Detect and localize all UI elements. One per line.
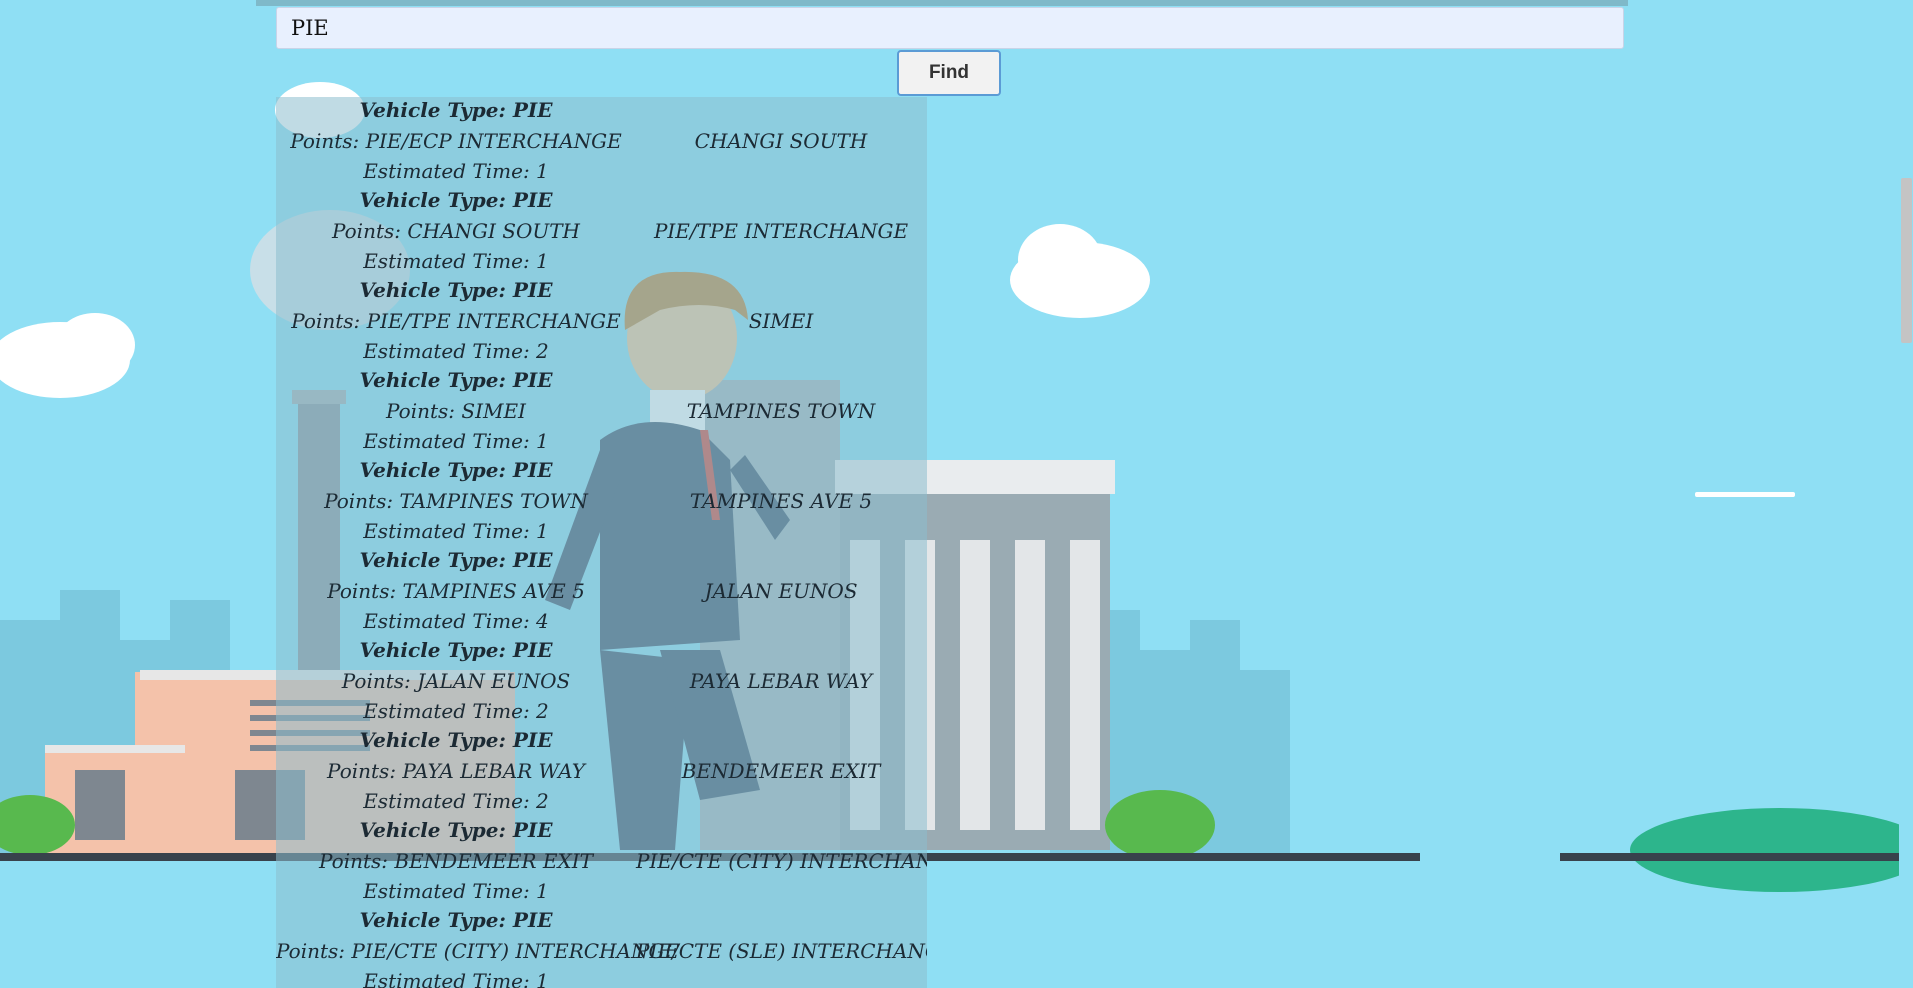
points-from: Points: JALAN EUNOS <box>341 669 571 693</box>
points-to: SIMEI <box>748 309 814 333</box>
estimated-time: Estimated Time: 2 <box>363 699 549 723</box>
top-bar <box>256 0 1628 6</box>
estimated-time: Estimated Time: 1 <box>363 249 549 273</box>
estimated-time: Estimated Time: 1 <box>363 159 549 183</box>
vehicle-type: Vehicle Type: PIE <box>359 278 553 302</box>
list-item: Vehicle Type: PIE Points: TAMPINES TOWN … <box>276 457 927 547</box>
list-item: Vehicle Type: PIE Points: CHANGI SOUTH P… <box>276 187 927 277</box>
vehicle-type: Vehicle Type: PIE <box>359 368 553 392</box>
find-button[interactable]: Find <box>897 50 1001 96</box>
vehicle-type: Vehicle Type: PIE <box>359 728 553 752</box>
vehicle-type: Vehicle Type: PIE <box>359 98 553 122</box>
points-to: PIE/CTE (SLE) INTERCHANGE <box>636 939 927 963</box>
list-item: Vehicle Type: PIE Points: PIE/CTE (CITY)… <box>276 907 927 988</box>
list-item: Vehicle Type: PIE Points: PIE/TPE INTERC… <box>276 277 927 367</box>
points-from: Points: PIE/ECP INTERCHANGE <box>290 129 622 153</box>
list-item: Vehicle Type: PIE Points: JALAN EUNOS PA… <box>276 637 927 727</box>
estimated-time: Estimated Time: 2 <box>363 789 549 813</box>
points-to: TAMPINES AVE 5 <box>689 489 873 513</box>
estimated-time: Estimated Time: 1 <box>363 879 549 903</box>
vehicle-type: Vehicle Type: PIE <box>359 458 553 482</box>
estimated-time: Estimated Time: 1 <box>363 969 549 988</box>
points-to: BENDEMEER EXIT <box>681 759 881 783</box>
list-item: Vehicle Type: PIE Points: SIMEI TAMPINES… <box>276 367 927 457</box>
points-to: PIE/CTE (CITY) INTERCHANGE <box>636 849 927 873</box>
points-from: Points: PIE/CTE (CITY) INTERCHANGE <box>276 939 680 963</box>
points-to: CHANGI SOUTH <box>694 129 868 153</box>
scrollbar-track[interactable] <box>1899 0 1913 988</box>
points-from: Points: TAMPINES AVE 5 <box>327 579 585 603</box>
vehicle-type: Vehicle Type: PIE <box>359 818 553 842</box>
points-to: TAMPINES TOWN <box>686 399 876 423</box>
list-item: Vehicle Type: PIE Points: TAMPINES AVE 5… <box>276 547 927 637</box>
estimated-time: Estimated Time: 1 <box>363 429 549 453</box>
vehicle-type: Vehicle Type: PIE <box>359 908 553 932</box>
points-from: Points: PAYA LEBAR WAY <box>327 759 585 783</box>
list-item: Vehicle Type: PIE Points: PAYA LEBAR WAY… <box>276 727 927 817</box>
points-from: Points: PIE/TPE INTERCHANGE <box>291 309 621 333</box>
points-to: PAYA LEBAR WAY <box>689 669 873 693</box>
search-input[interactable] <box>276 7 1624 49</box>
estimated-time: Estimated Time: 1 <box>363 519 549 543</box>
estimated-time: Estimated Time: 2 <box>363 339 549 363</box>
results-list: Vehicle Type: PIE Points: PIE/ECP INTERC… <box>276 97 927 988</box>
points-to: PIE/TPE INTERCHANGE <box>653 219 909 243</box>
list-item: Vehicle Type: PIE Points: PIE/ECP INTERC… <box>276 97 927 187</box>
estimated-time: Estimated Time: 4 <box>363 609 549 633</box>
vehicle-type: Vehicle Type: PIE <box>359 638 553 662</box>
scrollbar-thumb[interactable] <box>1901 178 1912 343</box>
points-from: Points: CHANGI SOUTH <box>331 219 581 243</box>
points-from: Points: BENDEMEER EXIT <box>319 849 593 873</box>
points-from: Points: TAMPINES TOWN <box>324 489 588 513</box>
points-to: JALAN EUNOS <box>704 579 858 603</box>
vehicle-type: Vehicle Type: PIE <box>359 548 553 572</box>
list-item: Vehicle Type: PIE Points: BENDEMEER EXIT… <box>276 817 927 907</box>
vehicle-type: Vehicle Type: PIE <box>359 188 553 212</box>
points-from: Points: SIMEI <box>386 399 526 423</box>
